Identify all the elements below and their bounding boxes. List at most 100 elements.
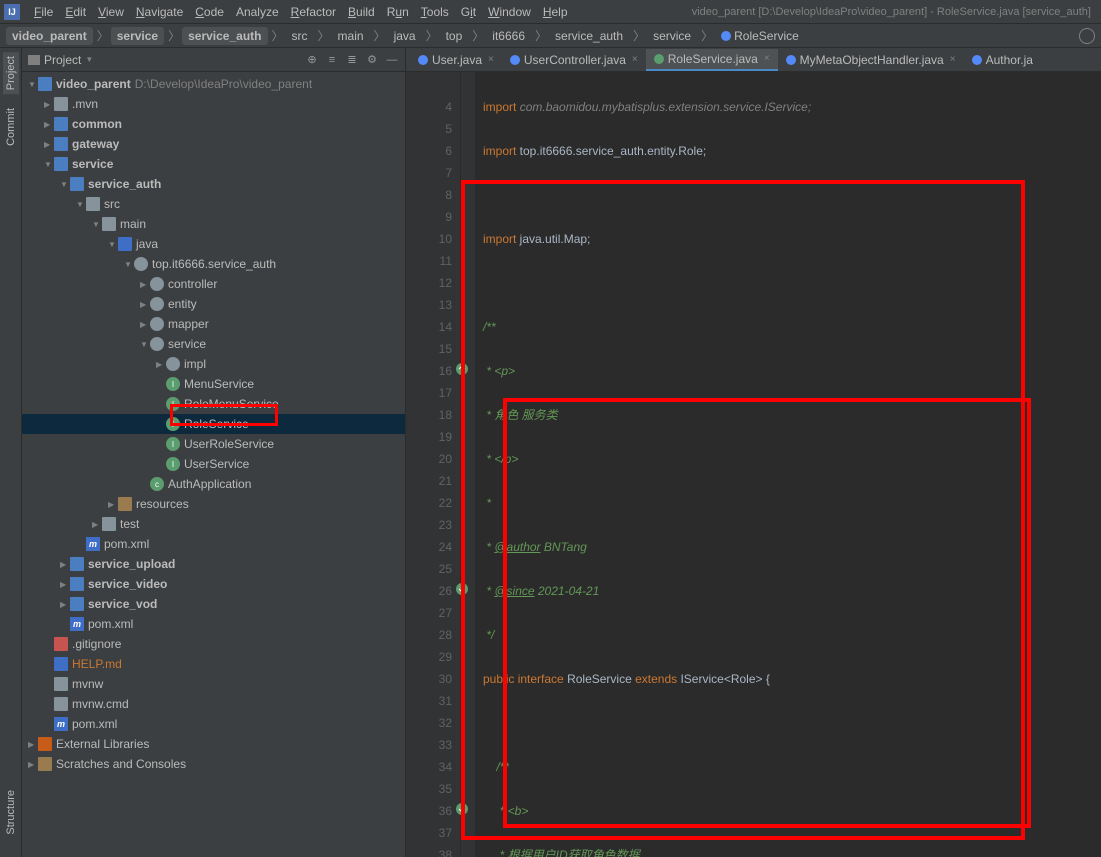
scratch-icon [38, 757, 52, 771]
interface-icon: I [166, 397, 180, 411]
sidebar-structure[interactable]: Structure [3, 786, 19, 839]
crumb-7[interactable]: it6666 [486, 27, 531, 45]
tree-extlib[interactable]: ▶External Libraries [22, 734, 405, 754]
menu-refactor[interactable]: Refactor [285, 3, 342, 21]
tree-pom3[interactable]: mpom.xml [22, 714, 405, 734]
menu-git[interactable]: Git [455, 3, 482, 21]
tree-src[interactable]: ▼src [22, 194, 405, 214]
crumb-0[interactable]: video_parent [6, 27, 93, 45]
tree-common[interactable]: ▶common [22, 114, 405, 134]
tree-main[interactable]: ▼main [22, 214, 405, 234]
tool-window-bar: Project Commit Structure [0, 48, 22, 857]
menu-navigate[interactable]: Navigate [130, 3, 189, 21]
close-icon[interactable]: × [764, 53, 770, 64]
source-folder-icon [118, 237, 132, 251]
close-icon[interactable]: × [632, 54, 638, 65]
tree-pom2[interactable]: mpom.xml [22, 614, 405, 634]
project-tree[interactable]: ▼video_parentD:\Develop\IdeaPro\video_pa… [22, 72, 405, 857]
tree-service-auth[interactable]: ▼service_auth [22, 174, 405, 194]
tree-test[interactable]: ▶test [22, 514, 405, 534]
hide-icon[interactable]: — [385, 53, 399, 67]
tree-resources[interactable]: ▶resources [22, 494, 405, 514]
tree-root[interactable]: ▼video_parentD:\Develop\IdeaPro\video_pa… [22, 74, 405, 94]
crumb-5[interactable]: java [388, 27, 422, 45]
collapse-all-icon[interactable]: ≣ [345, 53, 359, 67]
tree-java[interactable]: ▼java [22, 234, 405, 254]
crumb-4[interactable]: main [332, 27, 370, 45]
tree-gateway[interactable]: ▶gateway [22, 134, 405, 154]
menu-edit[interactable]: Edit [59, 3, 92, 21]
expand-all-icon[interactable]: ≡ [325, 53, 339, 67]
tree-mvnwcmd[interactable]: mvnw.cmd [22, 694, 405, 714]
tree-roleservice[interactable]: IRoleService [22, 414, 405, 434]
tab-mymeta[interactable]: MyMetaObjectHandler.java× [778, 50, 964, 70]
class-icon: c [150, 477, 164, 491]
tree-pkg[interactable]: ▼top.it6666.service_auth [22, 254, 405, 274]
menu-window[interactable]: Window [482, 3, 537, 21]
maven-icon: m [70, 617, 84, 631]
tree-service-upload[interactable]: ▶service_upload [22, 554, 405, 574]
tree-authapplication[interactable]: cAuthApplication [22, 474, 405, 494]
crumb-2[interactable]: service_auth [182, 27, 267, 45]
tree-rolemenuservice[interactable]: IRoleMenuService [22, 394, 405, 414]
menu-help[interactable]: Help [537, 3, 574, 21]
tab-user[interactable]: User.java× [410, 50, 502, 70]
project-title[interactable]: Project ▼ [28, 53, 93, 67]
line-numbers: 4567 89101112 1314151617 1819202122 2324… [406, 72, 461, 857]
package-icon [134, 257, 148, 271]
settings-icon[interactable]: ⚙ [365, 53, 379, 67]
crumb-8[interactable]: service_auth [549, 27, 629, 45]
user-icon[interactable] [1079, 28, 1095, 44]
close-icon[interactable]: × [950, 54, 956, 65]
menu-file[interactable]: File [28, 3, 59, 21]
select-opened-file-icon[interactable]: ⊕ [305, 53, 319, 67]
tree-pom[interactable]: mpom.xml [22, 534, 405, 554]
tree-service[interactable]: ▼service [22, 154, 405, 174]
override-icon[interactable] [455, 802, 469, 816]
crumb-6[interactable]: top [440, 27, 469, 45]
sidebar-project[interactable]: Project [3, 52, 19, 94]
implement-icon[interactable] [455, 362, 469, 376]
tree-controller[interactable]: ▶controller [22, 274, 405, 294]
class-icon [972, 55, 982, 65]
menu-run[interactable]: Run [381, 3, 415, 21]
tree-help[interactable]: HELP.md [22, 654, 405, 674]
tree-scratch[interactable]: ▶Scratches and Consoles [22, 754, 405, 774]
override-icon[interactable] [455, 582, 469, 596]
tree-impl[interactable]: ▶impl [22, 354, 405, 374]
code-editor[interactable]: 4567 89101112 1314151617 1819202122 2324… [406, 72, 1101, 857]
menu-code[interactable]: Code [189, 3, 230, 21]
tree-servicepkg[interactable]: ▼service [22, 334, 405, 354]
crumb-10[interactable]: RoleService [715, 27, 805, 45]
module-icon [70, 597, 84, 611]
tree-service-video[interactable]: ▶service_video [22, 574, 405, 594]
menu-tools[interactable]: Tools [415, 3, 455, 21]
tree-mapper[interactable]: ▶mapper [22, 314, 405, 334]
code-body[interactable]: import com.baomidou.mybatisplus.extensio… [475, 72, 1101, 857]
breadcrumb: video_parent〉 service〉 service_auth〉 src… [0, 24, 1101, 48]
menu-view[interactable]: View [92, 3, 130, 21]
crumb-9[interactable]: service [647, 27, 697, 45]
tree-entity[interactable]: ▶entity [22, 294, 405, 314]
close-icon[interactable]: × [488, 54, 494, 65]
tree-menuservice[interactable]: IMenuService [22, 374, 405, 394]
crumb-1[interactable]: service [111, 27, 164, 45]
library-icon [38, 737, 52, 751]
tab-roleservice[interactable]: RoleService.java× [646, 49, 778, 71]
tab-author[interactable]: Author.ja [964, 50, 1041, 70]
menu-build[interactable]: Build [342, 3, 381, 21]
crumb-3[interactable]: src [286, 27, 314, 45]
tree-userroleservice[interactable]: IUserRoleService [22, 434, 405, 454]
tree-service-vod[interactable]: ▶service_vod [22, 594, 405, 614]
package-icon [150, 297, 164, 311]
tree-userservice[interactable]: IUserService [22, 454, 405, 474]
file-icon [54, 677, 68, 691]
sidebar-commit[interactable]: Commit [3, 104, 19, 150]
resources-folder-icon [118, 497, 132, 511]
tree-mvn[interactable]: ▶.mvn [22, 94, 405, 114]
menu-analyze[interactable]: Analyze [230, 3, 285, 21]
tree-mvnw[interactable]: mvnw [22, 674, 405, 694]
app-logo: IJ [4, 4, 20, 20]
tab-usercontroller[interactable]: UserController.java× [502, 50, 646, 70]
tree-gitignore[interactable]: .gitignore [22, 634, 405, 654]
